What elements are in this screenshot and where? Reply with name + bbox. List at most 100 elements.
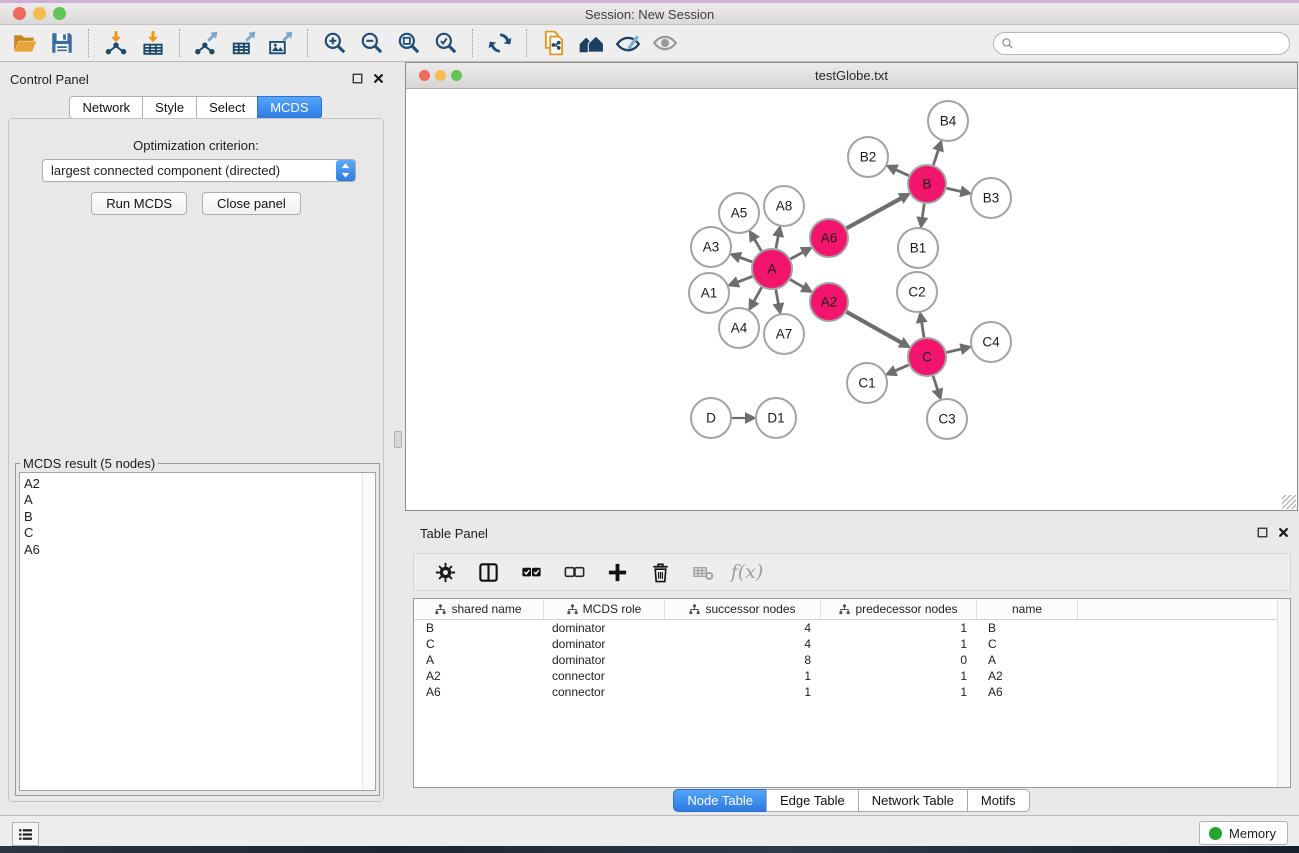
graph-node-B3[interactable]: B3 [971,178,1011,218]
graph-edge-B-B3[interactable] [947,188,962,191]
graph-edge-C-C3[interactable] [933,376,938,390]
close-view-button[interactable] [419,70,430,81]
graph-node-A3[interactable]: A3 [691,227,731,267]
tab-motifs[interactable]: Motifs [967,789,1030,812]
zoom-out-button[interactable] [353,28,390,59]
refresh-button[interactable] [481,28,518,59]
close-panel-button[interactable] [373,73,384,84]
memory-button[interactable]: Memory [1199,821,1288,845]
tab-network-table[interactable]: Network Table [858,789,968,812]
show-hide-button[interactable] [646,28,683,59]
graph-edge-A-A5[interactable] [754,239,761,251]
zoom-selected-button[interactable] [427,28,464,59]
delete-table-button[interactable] [689,557,717,587]
column-header-shared-name[interactable]: shared name [414,599,544,619]
graph-node-C1[interactable]: C1 [847,363,887,403]
minimize-view-button[interactable] [435,70,446,81]
graph-node-B2[interactable]: B2 [848,137,888,177]
graph-node-A[interactable]: A [752,249,792,289]
network-canvas[interactable]: B4 B2 B B3 A8A5 A6 A3 B1 A A1 C2 A2 A4A7 C4 C C1 C3 D D1 [406,90,1297,510]
graph-node-A6[interactable]: A6 [810,219,848,257]
save-session-button[interactable] [43,28,80,59]
graph-edge-A-A7[interactable] [776,290,779,305]
tab-style[interactable]: Style [142,96,197,119]
tab-node-table[interactable]: Node Table [673,789,767,812]
graph-node-A1[interactable]: A1 [689,273,729,313]
search-box[interactable] [993,32,1290,55]
show-columns-button[interactable] [474,557,502,587]
graph-edge-A-A1[interactable] [737,276,752,282]
graph-edge-B-B1[interactable] [922,204,924,218]
result-scrollbar[interactable] [362,473,375,790]
graph-node-A2[interactable]: A2 [810,283,848,321]
graph-edge-A-A3[interactable] [739,257,752,262]
graph-edge-C-C4[interactable] [946,349,961,353]
graph-edge-A2-C[interactable] [846,312,901,343]
zoom-fit-button[interactable] [390,28,427,59]
table-settings-button[interactable] [431,557,459,587]
graph-edge-B-B4[interactable] [933,149,938,165]
column-header-predecessor-nodes[interactable]: predecessor nodes [821,599,977,619]
task-history-button[interactable] [12,822,39,846]
graph-node-B[interactable]: B [908,165,946,203]
graph-node-A7[interactable]: A7 [764,314,804,354]
zoom-in-button[interactable] [316,28,353,59]
export-network-button[interactable] [188,28,225,59]
table-row[interactable]: A dominator 8 0 A [414,652,1290,668]
graph-node-C[interactable]: C [908,338,946,376]
tab-select[interactable]: Select [196,96,258,119]
annotation-eye-button[interactable] [609,28,646,59]
graph-edge-A6-B[interactable] [847,198,902,228]
graph-node-D1[interactable]: D1 [756,398,796,438]
import-table-button[interactable] [134,28,171,59]
table-scrollbar[interactable] [1277,599,1290,787]
search-input[interactable] [1018,33,1289,54]
import-network-button[interactable] [97,28,134,59]
maximize-view-button[interactable] [451,70,462,81]
export-table-button[interactable] [225,28,262,59]
column-header-name[interactable]: name [977,599,1078,619]
export-image-button[interactable] [262,28,299,59]
float-table-panel-button[interactable] [1257,527,1268,538]
graph-node-D[interactable]: D [691,398,731,438]
table-row[interactable]: C dominator 4 1 C [414,636,1290,652]
graph-edge-B-B2[interactable] [895,169,909,175]
float-panel-button[interactable] [352,73,363,84]
graph-edge-C-C1[interactable] [895,365,909,371]
tab-edge-table[interactable]: Edge Table [766,789,859,812]
run-mcds-button[interactable]: Run MCDS [91,192,187,215]
graph-edge-A-A6[interactable] [790,252,803,259]
table-row[interactable]: A6 connector 1 1 A6 [414,684,1290,700]
tab-network[interactable]: Network [69,96,143,119]
graph-edge-A-A8[interactable] [776,235,778,248]
column-header-mcds-role[interactable]: MCDS role [544,599,665,619]
graph-node-A5[interactable]: A5 [719,193,759,233]
graph-node-A8[interactable]: A8 [764,186,804,226]
tab-mcds[interactable]: MCDS [257,96,321,119]
mcds-result-list[interactable]: A2 A B C A6 [19,472,376,791]
open-file-button[interactable] [6,28,43,59]
unselect-all-button[interactable] [560,557,588,587]
home-button[interactable] [572,28,609,59]
column-header-successor-nodes[interactable]: successor nodes [665,599,821,619]
criterion-select[interactable]: largest connected component (directed) [42,159,356,182]
split-pane-handle[interactable] [394,431,402,448]
network-window-titlebar[interactable]: testGlobe.txt [406,63,1297,89]
table-row[interactable]: A2 connector 1 1 A2 [414,668,1290,684]
add-column-button[interactable] [603,557,631,587]
graph-edge-C-C2[interactable] [922,322,924,338]
graph-node-C4[interactable]: C4 [971,322,1011,362]
table-row[interactable]: B dominator 4 1 B [414,620,1290,636]
graph-node-C3[interactable]: C3 [927,399,967,439]
delete-column-button[interactable] [646,557,674,587]
graph-node-C2[interactable]: C2 [897,272,937,312]
close-table-panel-button[interactable] [1278,527,1289,538]
graph-edge-A-A4[interactable] [754,287,762,301]
graph-edge-A-A2[interactable] [790,280,804,288]
duplicate-network-button[interactable] [535,28,572,59]
close-panel-button-mcds[interactable]: Close panel [202,192,301,215]
graph-node-B4[interactable]: B4 [928,101,968,141]
function-builder-button[interactable]: f(x) [732,557,760,587]
graph-node-B1[interactable]: B1 [898,228,938,268]
graph-node-A4[interactable]: A4 [719,308,759,348]
